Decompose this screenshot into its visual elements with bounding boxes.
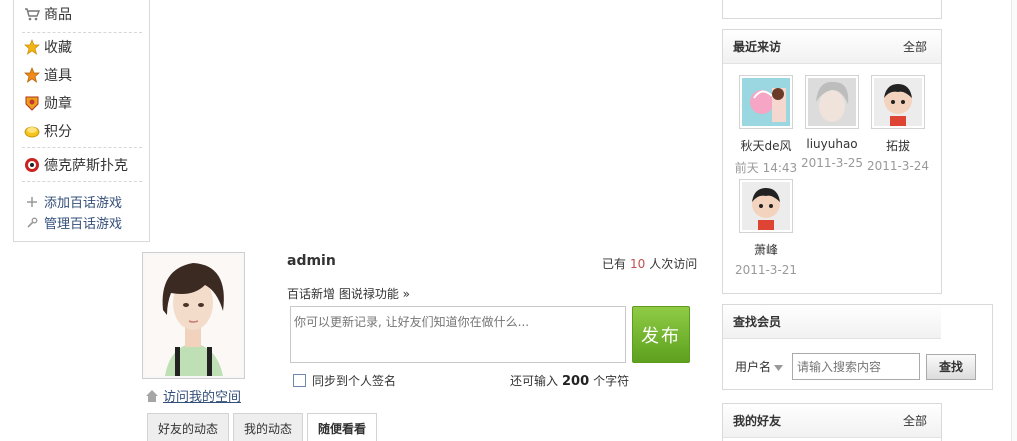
- add-game-label: 添加百话游戏: [44, 196, 123, 211]
- visitor-time: 前天 14:43: [734, 161, 798, 175]
- find-member-header: 查找会员: [723, 305, 941, 339]
- status-input[interactable]: [290, 306, 626, 363]
- my-friends-panel: 我的好友 全部: [722, 403, 942, 441]
- manage-game-label: 管理百话游戏: [44, 217, 123, 232]
- sidebar-item-goods[interactable]: 商品: [24, 4, 72, 24]
- visitor-name[interactable]: 秋天de风: [733, 137, 799, 154]
- visitor-avatar[interactable]: [739, 179, 793, 233]
- home-icon: [144, 388, 160, 404]
- wrench-icon: [24, 215, 40, 231]
- visitor-item: 秋天de风 前天 14:43: [733, 75, 799, 176]
- visitor-avatar[interactable]: [739, 75, 793, 129]
- sync-signature-option: 同步到个人签名: [293, 372, 396, 389]
- sidebar-item-label: 道具: [44, 68, 72, 84]
- tab-random-browse[interactable]: 随便看看: [307, 413, 378, 441]
- tab-friends-feed[interactable]: 好友的动态: [147, 413, 230, 441]
- publish-button[interactable]: 发布: [632, 306, 690, 363]
- visitor-name[interactable]: liuyuhao: [799, 137, 865, 151]
- tab-my-feed[interactable]: 我的动态: [233, 413, 304, 441]
- visitor-name[interactable]: 拓拔: [865, 137, 931, 154]
- recent-visitors-title: 最近来访: [733, 40, 782, 54]
- cart-icon: [24, 6, 40, 22]
- divider: [22, 147, 142, 148]
- char-counter: 还可输入 200 个字符: [510, 372, 629, 389]
- plus-icon: [24, 194, 40, 210]
- star-icon: [24, 39, 40, 55]
- coins-icon: [24, 123, 40, 139]
- sync-signature-label: 同步到个人签名: [312, 374, 397, 388]
- visit-prefix: 已有: [602, 257, 627, 271]
- sidebar-item-label: 德克萨斯扑克: [44, 158, 128, 174]
- top-panel: [722, 0, 942, 19]
- visitor-item: liuyuhao 2011-3-25: [799, 75, 865, 170]
- username: admin: [287, 253, 336, 269]
- profile-avatar[interactable]: [142, 252, 245, 379]
- visitor-name[interactable]: 萧峰: [733, 241, 799, 258]
- recent-visitors-header: 最近来访 全部: [723, 30, 941, 64]
- divider: [22, 32, 142, 33]
- remain-prefix: 还可输入: [510, 374, 559, 388]
- visit-suffix: 人次访问: [649, 257, 698, 271]
- visit-my-space-label: 访问我的空间: [163, 390, 242, 405]
- member-search-row: 用户名 查找: [735, 353, 977, 380]
- sidebar-item-props[interactable]: 道具: [24, 65, 72, 85]
- my-friends-header: 我的好友 全部: [723, 404, 941, 438]
- visit-counter: 已有 10 人次访问: [602, 255, 697, 272]
- visitor-avatar[interactable]: [805, 75, 859, 129]
- divider: [22, 181, 142, 182]
- avatar: [145, 255, 242, 376]
- visitor-time: 2011-3-25: [800, 156, 864, 170]
- feed-tabs: 好友的动态 我的动态 随便看看: [147, 413, 378, 441]
- member-search-input[interactable]: [792, 353, 921, 380]
- manage-game-link[interactable]: 管理百话游戏: [24, 213, 122, 232]
- tool-star-icon: [24, 67, 40, 83]
- sidebar-item-medals[interactable]: 勋章: [24, 93, 72, 113]
- recent-visitors-all-link[interactable]: 全部: [903, 38, 927, 55]
- visitor-avatar[interactable]: [871, 75, 925, 129]
- sidebar-item-favorites[interactable]: 收藏: [24, 37, 72, 57]
- search-field-label: 用户名: [735, 360, 772, 374]
- visitor-item: 萧峰 2011-3-21: [733, 179, 799, 277]
- visit-my-space-link[interactable]: 访问我的空间: [144, 386, 241, 405]
- sidebar-item-points[interactable]: 积分: [24, 121, 72, 141]
- visitor-item: 拓拔 2011-3-24: [865, 75, 931, 173]
- left-sidebar: 商品 收藏 道具 勋章 积分 德克萨斯扑克 添加百话游戏 管理百话游戏: [13, 0, 150, 242]
- news-prefix: 百话新增: [287, 287, 336, 301]
- find-member-panel: 查找会员 用户名 查找: [722, 304, 993, 390]
- sidebar-item-texas-poker[interactable]: 德克萨斯扑克: [24, 155, 128, 175]
- my-friends-title: 我的好友: [733, 414, 782, 428]
- sync-signature-checkbox[interactable]: [293, 374, 306, 387]
- remain-count: 200: [562, 374, 590, 389]
- find-button[interactable]: 查找: [926, 353, 977, 380]
- find-member-title: 查找会员: [733, 315, 782, 329]
- recent-visitors-panel: 最近来访 全部 秋天de风 前天 14:43 liuyuhao 2011-3-2…: [722, 29, 942, 294]
- my-friends-all-link[interactable]: 全部: [903, 412, 927, 429]
- news-link[interactable]: 图说禄功能 »: [339, 287, 410, 301]
- visitor-time: 2011-3-21: [734, 263, 798, 277]
- remain-suffix: 个字符: [593, 374, 630, 388]
- visitor-time: 2011-3-24: [866, 159, 930, 173]
- poker-chip-icon: [24, 157, 40, 173]
- add-game-link[interactable]: 添加百话游戏: [24, 192, 122, 211]
- sidebar-item-label: 勋章: [44, 96, 72, 112]
- medal-icon: [24, 95, 40, 111]
- chevron-down-icon: [774, 360, 784, 374]
- scrollbar[interactable]: [1011, 0, 1017, 441]
- feature-news: 百话新增 图说禄功能 »: [287, 285, 410, 302]
- sidebar-item-label: 商品: [44, 7, 72, 23]
- search-field-select[interactable]: 用户名: [735, 358, 784, 375]
- visit-count: 10: [630, 257, 646, 271]
- sidebar-item-label: 积分: [44, 124, 72, 140]
- sidebar-item-label: 收藏: [44, 40, 72, 56]
